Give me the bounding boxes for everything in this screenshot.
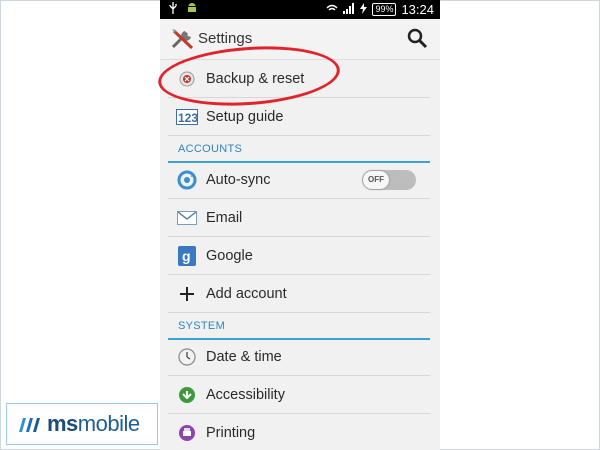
- accessibility-item[interactable]: Accessibility: [168, 376, 430, 414]
- usb-icon: [168, 2, 178, 17]
- auto-sync-label: Auto-sync: [206, 171, 271, 188]
- date-time-item[interactable]: Date & time: [168, 338, 430, 376]
- accounts-header-label: ACCOUNTS: [178, 143, 243, 155]
- printing-item[interactable]: Printing: [168, 414, 430, 450]
- search-icon[interactable]: [406, 27, 428, 49]
- printing-icon: [176, 422, 198, 444]
- google-item[interactable]: g Google: [168, 237, 430, 275]
- toggle-state-label: OFF: [363, 171, 389, 189]
- wifi-icon: [326, 3, 338, 17]
- plus-icon: [176, 283, 198, 305]
- system-section-header: SYSTEM: [168, 316, 430, 340]
- clock-icon: [176, 346, 198, 368]
- svg-text:g: g: [182, 248, 191, 264]
- svg-text:123: 123: [178, 111, 198, 125]
- accessibility-icon: [176, 384, 198, 406]
- page-title: Settings: [198, 30, 253, 47]
- google-label: Google: [206, 247, 253, 264]
- signal-icon: [343, 2, 355, 17]
- settings-tools-icon[interactable]: [170, 27, 196, 51]
- email-item[interactable]: Email: [168, 199, 430, 237]
- google-icon: g: [176, 245, 198, 267]
- battery-level: 99%: [372, 3, 397, 16]
- android-icon: [186, 2, 198, 17]
- status-time: 13:24: [401, 2, 434, 17]
- accounts-section-header: ACCOUNTS: [168, 139, 430, 163]
- system-header-label: SYSTEM: [178, 320, 226, 332]
- msmobile-logo: msmobile: [6, 403, 158, 445]
- setup-guide-label: Setup guide: [206, 108, 284, 125]
- auto-sync-toggle[interactable]: OFF: [362, 170, 416, 190]
- msmobile-mark-icon: [17, 412, 41, 436]
- auto-sync-icon: [176, 169, 198, 191]
- status-bar: 99% 13:24: [160, 0, 440, 19]
- charging-icon: [360, 2, 368, 17]
- email-label: Email: [206, 209, 243, 226]
- phone-screen: 99% 13:24 Settings Backup & reset 123 Se…: [160, 0, 440, 450]
- setup-guide-item[interactable]: 123 Setup guide: [168, 98, 430, 136]
- email-icon: [176, 207, 198, 229]
- add-account-item[interactable]: Add account: [168, 275, 430, 313]
- auto-sync-item[interactable]: Auto-sync OFF: [168, 161, 430, 199]
- backup-reset-item[interactable]: Backup & reset: [168, 60, 430, 98]
- backup-reset-label: Backup & reset: [206, 70, 305, 87]
- accessibility-label: Accessibility: [206, 386, 285, 403]
- action-bar: Settings: [160, 19, 440, 60]
- add-account-label: Add account: [206, 285, 287, 302]
- setup-guide-icon: 123: [176, 106, 198, 128]
- msmobile-wordmark: msmobile: [47, 411, 140, 436]
- printing-label: Printing: [206, 424, 256, 441]
- backup-reset-icon: [176, 68, 198, 90]
- date-time-label: Date & time: [206, 348, 282, 365]
